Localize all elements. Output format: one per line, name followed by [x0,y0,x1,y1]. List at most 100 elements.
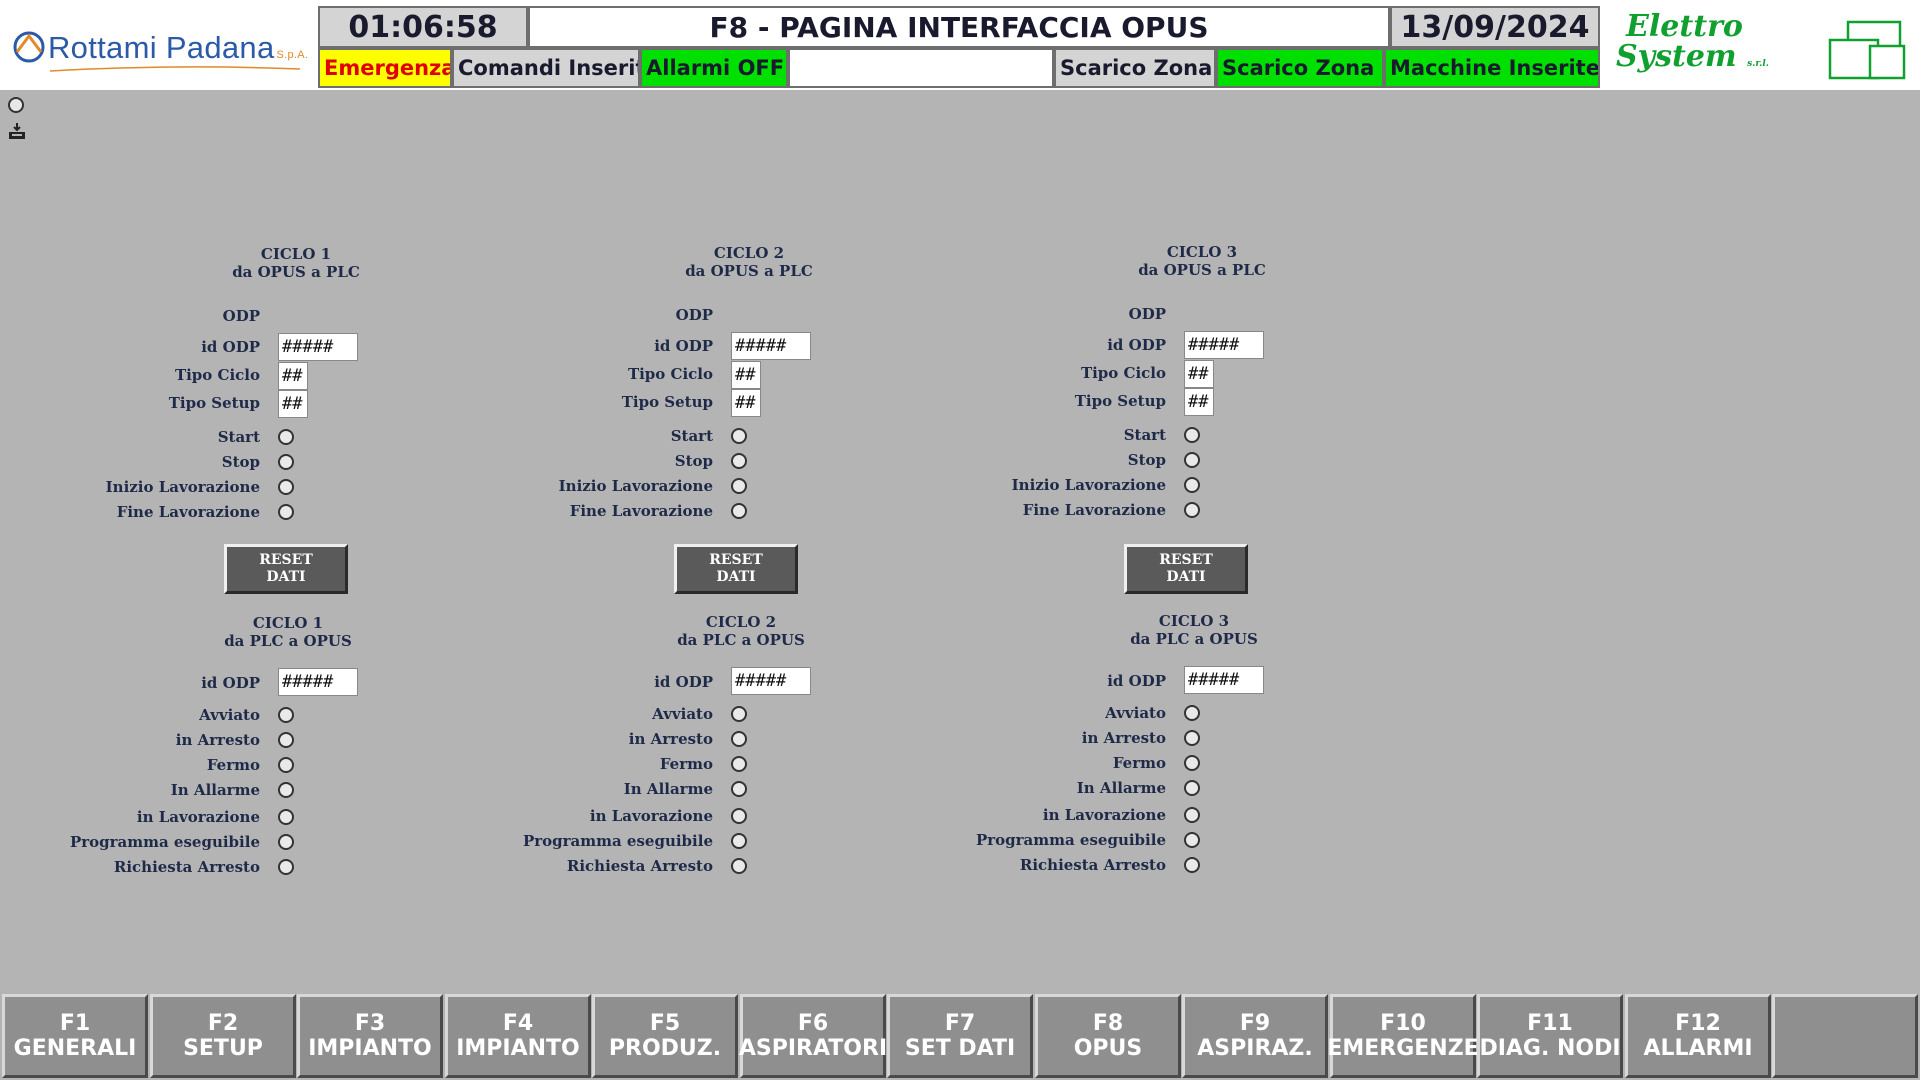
label-tipo-ciclo: Tipo Ciclo [627,365,713,383]
label-in-lavorazione: in Lavorazione [136,808,260,826]
label-id-odp: id ODP [654,673,713,691]
label-in-lavorazione: in Lavorazione [1042,806,1166,824]
panel-1-in-title: CICLO 1 da OPUS a PLC [232,245,360,281]
fkey-f2-setup[interactable]: F2 SETUP [150,994,296,1078]
c2-in-arresto-led [731,731,747,747]
c3-tipo-setup-field[interactable]: ## [1184,388,1214,416]
label-start: Start [1123,426,1166,444]
page-title: F8 - PAGINA INTERFACCIA OPUS [528,6,1390,48]
c2-in-id-odp-field[interactable]: ##### [731,332,811,360]
c2-start-led [731,428,747,444]
c1-reset-dati-button[interactable]: RESET DATI [224,544,348,594]
label-inizio-lavorazione: Inizio Lavorazione [105,478,260,496]
fkey-f6-aspiratori[interactable]: F6 ASPIRATORI [739,994,887,1078]
label-avviato: Avviato [199,706,260,724]
c3-inizio-led [1184,477,1200,493]
label-tipo-setup: Tipo Setup [168,394,260,412]
rottami-padana-logo: Rottami Padana S.p.A. [4,6,316,86]
status-scarico-zona-1: Scarico Zona 1 [1054,48,1216,88]
c1-tipo-ciclo-field[interactable]: ## [278,362,308,390]
label-inizio-lavorazione: Inizio Lavorazione [1011,476,1166,494]
c3-fine-led [1184,502,1200,518]
c2-in-allarme-led [731,781,747,797]
c2-tipo-setup-field[interactable]: ## [731,389,761,417]
fkey-f9-aspiraz[interactable]: F9 ASPIRAZ. [1182,994,1328,1078]
label-fermo: Fermo [206,756,260,774]
label-fermo: Fermo [1112,754,1166,772]
c2-inizio-led [731,478,747,494]
label-in-arresto: in Arresto [1081,729,1166,747]
label-id-odp: id ODP [654,337,713,355]
c1-stop-led [278,454,294,470]
label-in-allarme: In Allarme [1076,779,1166,797]
logo-right-suffix: s.r.l. [1747,59,1769,69]
label-tipo-ciclo: Tipo Ciclo [174,366,260,384]
c1-fermo-led [278,757,294,773]
c2-out-id-odp-field[interactable]: ##### [731,667,811,695]
c3-in-id-odp-field[interactable]: ##### [1184,331,1264,359]
label-richiesta-arresto: Richiesta Arresto [566,857,713,875]
logo-swoosh-icon [50,66,300,72]
fkey-f11-diag-nodi[interactable]: F11 DIAG. NODI [1477,994,1623,1078]
label-avviato: Avviato [652,705,713,723]
label-in-arresto: in Arresto [628,730,713,748]
label-id-odp: id ODP [201,674,260,692]
fkey-f5-produz[interactable]: F5 PRODUZ. [592,994,738,1078]
label-odp: ODP [1128,305,1166,323]
c3-out-id-odp-field[interactable]: ##### [1184,666,1264,694]
fkey-f4-impianto[interactable]: F4 IMPIANTO [445,994,591,1078]
fkey-f12-allarmi[interactable]: F12 ALLARMI [1625,994,1771,1078]
c2-reset-dati-button[interactable]: RESET DATI [674,544,798,594]
fkey-f3-impianto[interactable]: F3 IMPIANTO [297,994,443,1078]
label-tipo-ciclo: Tipo Ciclo [1080,364,1166,382]
label-richiesta-arresto: Richiesta Arresto [113,858,260,876]
c3-reset-dati-button[interactable]: RESET DATI [1124,544,1248,594]
label-fine-lavorazione: Fine Lavorazione [1022,501,1166,519]
panel-3-out-title: CICLO 3 da PLC a OPUS [1130,612,1258,648]
label-programma-eseguibile: Programma eseguibile [522,832,713,850]
header-bar: Rottami Padana S.p.A. 01:06:58 F8 - PAGIN… [0,0,1920,90]
c1-start-led [278,429,294,445]
fkey-f10-emergenze[interactable]: F10 EMERGENZE [1327,994,1479,1078]
label-richiesta-arresto: Richiesta Arresto [1019,856,1166,874]
panel-2-in-title: CICLO 2 da OPUS a PLC [685,244,813,280]
c2-avviato-led [731,706,747,722]
label-fine-lavorazione: Fine Lavorazione [116,503,260,521]
c1-programma-led [278,834,294,850]
c2-stop-led [731,453,747,469]
c3-tipo-ciclo-field[interactable]: ## [1184,360,1214,388]
label-stop: Stop [674,452,713,470]
c3-in-arresto-led [1184,730,1200,746]
label-tipo-setup: Tipo Setup [621,393,713,411]
label-inizio-lavorazione: Inizio Lavorazione [558,477,713,495]
elettro-system-boxes-icon [1828,20,1906,80]
logo-left-name: Rottami Padana [48,30,275,65]
c1-avviato-led [278,707,294,723]
label-start: Start [217,428,260,446]
status-empty [788,48,1054,88]
fkey-f1-generali[interactable]: F1 GENERALI [2,994,148,1078]
elettro-system-logo: Elettro System s.r.l. [1604,6,1916,86]
label-fine-lavorazione: Fine Lavorazione [569,502,713,520]
c1-out-id-odp-field[interactable]: ##### [278,668,358,696]
label-in-lavorazione: in Lavorazione [589,807,713,825]
c3-in-allarme-led [1184,780,1200,796]
status-comandi-inseriti: Comandi Inseriti [452,48,640,88]
status-scarico-zona-2: Scarico Zona 2 [1216,48,1384,88]
fkey-f8-opus[interactable]: F8 OPUS [1035,994,1181,1078]
label-stop: Stop [221,453,260,471]
status-indicator-led[interactable] [8,97,24,113]
panel-2-out-title: CICLO 2 da PLC a OPUS [677,613,805,649]
c1-in-id-odp-field[interactable]: ##### [278,333,358,361]
rottami-padana-logo-icon [13,31,45,63]
c2-fermo-led [731,756,747,772]
c2-tipo-ciclo-field[interactable]: ## [731,361,761,389]
fkey-empty[interactable] [1772,994,1918,1078]
label-tipo-setup: Tipo Setup [1074,392,1166,410]
label-programma-eseguibile: Programma eseguibile [69,833,260,851]
c3-avviato-led [1184,705,1200,721]
fkey-f7-set-dati[interactable]: F7 SET DATI [887,994,1033,1078]
download-tray-icon[interactable] [8,122,26,140]
label-start: Start [670,427,713,445]
c1-tipo-setup-field[interactable]: ## [278,390,308,418]
